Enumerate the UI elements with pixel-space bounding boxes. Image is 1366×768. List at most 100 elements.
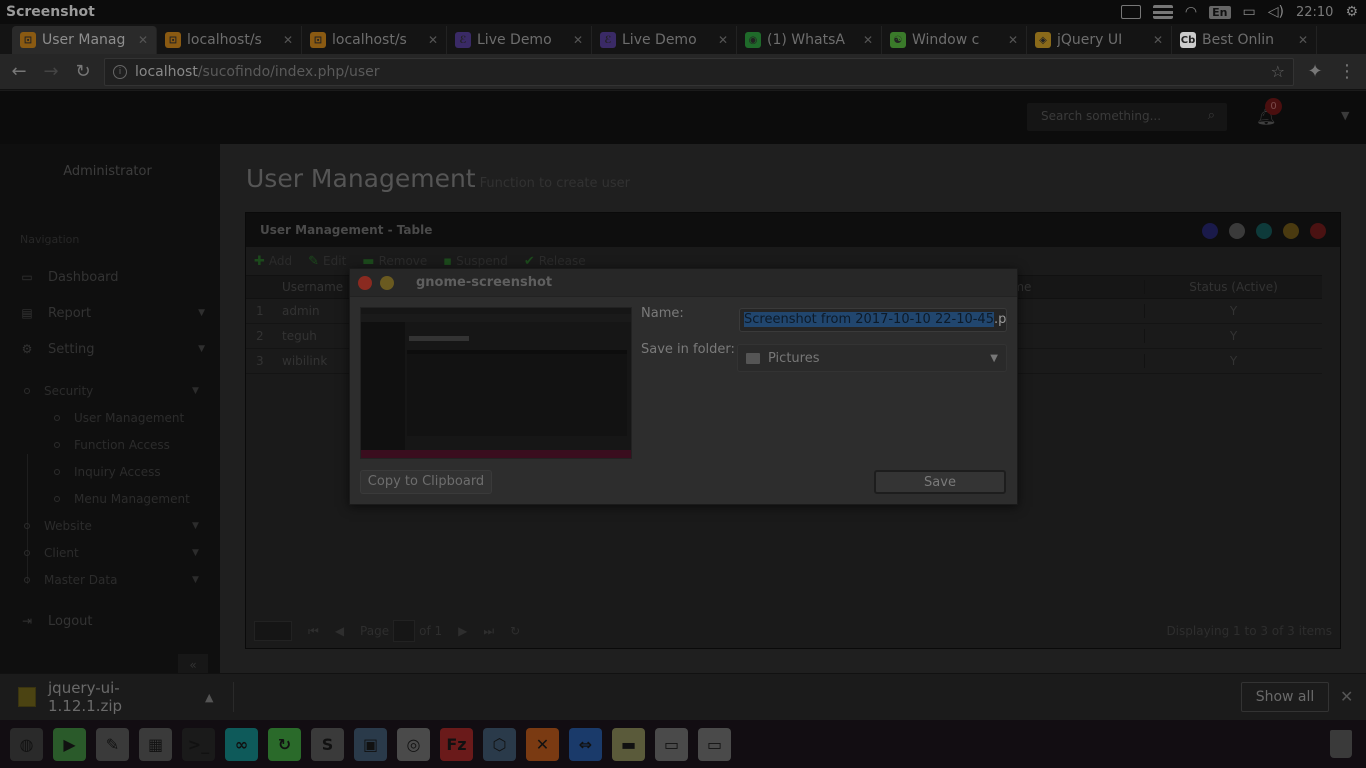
screen-icon[interactable] — [1120, 5, 1141, 19]
search-input[interactable]: Search something... ⌕ — [1027, 103, 1227, 131]
close-window-icon[interactable] — [358, 275, 372, 290]
arduino-icon[interactable]: ∞ — [225, 727, 258, 761]
next-page-icon[interactable]: ▶ — [458, 624, 467, 638]
sublime-icon[interactable]: S — [311, 727, 344, 761]
sidebar-item-security[interactable]: Security ▼ — [24, 381, 206, 401]
download-filename[interactable]: jquery-ui-1.12.1.zip — [48, 679, 193, 715]
sync-icon[interactable]: ↻ — [268, 727, 301, 761]
prev-page-icon[interactable]: ◀ — [335, 624, 344, 638]
sidebar-item-master-data[interactable]: Master Data ▼ — [24, 570, 206, 590]
drive2-icon[interactable]: ▭ — [698, 727, 731, 761]
info-icon[interactable]: i — [113, 64, 127, 79]
teamviewer-icon[interactable]: ⇔ — [569, 727, 602, 761]
save-button[interactable]: Save — [874, 470, 1006, 494]
page-number-input[interactable] — [393, 620, 416, 642]
minimize-window-icon[interactable] — [380, 275, 394, 290]
panel-window-dot-icon[interactable] — [1256, 223, 1272, 239]
trash-icon[interactable] — [1330, 730, 1352, 758]
user-menu-caret-icon[interactable]: ▼ — [1341, 109, 1349, 122]
terminal-icon[interactable]: >_ — [182, 727, 215, 761]
collapse-sidebar-button[interactable]: « — [178, 654, 208, 673]
forward-arrow-icon[interactable]: → — [40, 61, 62, 82]
panel-window-dot-icon[interactable] — [1229, 223, 1245, 239]
battery-icon[interactable]: ▭ — [1243, 4, 1256, 20]
volume-icon[interactable]: ◁) — [1268, 4, 1284, 20]
folder-icon[interactable]: ▬ — [612, 727, 645, 761]
virtualbox-icon[interactable]: ⬡ — [483, 727, 516, 761]
sidebar-item-inquiry-access[interactable]: Inquiry Access — [54, 462, 161, 482]
tab-close-icon[interactable]: ✕ — [138, 33, 148, 47]
panel-window-dot-icon[interactable] — [1310, 223, 1326, 239]
first-page-icon[interactable]: ⏮ — [308, 624, 319, 639]
sidebar-item-client[interactable]: Client ▼ — [24, 543, 206, 563]
filezilla-icon[interactable]: Fz — [440, 727, 473, 761]
tab-3[interactable]: ℰ Live Demo ✕ — [447, 26, 592, 54]
close-icon[interactable]: ✕ — [1340, 687, 1353, 706]
extension-icon[interactable]: ✦ — [1304, 61, 1326, 82]
sidebar-item-function-access[interactable]: Function Access — [54, 435, 170, 455]
edit-button[interactable]: ✎ Edit — [308, 254, 346, 269]
sidebar-item-menu-management[interactable]: Menu Management — [54, 489, 190, 509]
tab-close-icon[interactable]: ✕ — [863, 33, 873, 47]
chevron-up-icon[interactable]: ▲ — [205, 691, 213, 704]
drive-icon[interactable]: ▭ — [655, 727, 688, 761]
col-status[interactable]: Status (Active) — [1144, 280, 1322, 294]
chrome-icon[interactable]: ◎ — [397, 727, 430, 761]
suspend-button[interactable]: ▪ Suspend — [443, 254, 508, 269]
tab-8[interactable]: Cb Best Onlin ✕ — [1172, 26, 1317, 54]
terminal-green-icon[interactable]: ▶ — [53, 727, 86, 761]
tab-0[interactable]: ⊡ User Manag ✕ — [12, 26, 157, 54]
tab-7[interactable]: ◈ jQuery UI ✕ — [1027, 26, 1172, 54]
tab-2[interactable]: ⊡ localhost/s ✕ — [302, 26, 447, 54]
sidebar-item-logout[interactable]: ⇥ Logout — [20, 610, 205, 632]
tab-close-icon[interactable]: ✕ — [428, 33, 438, 47]
nav-heading: Navigation — [20, 233, 80, 246]
bookmark-star-icon[interactable]: ☆ — [1271, 62, 1285, 81]
bullet-icon — [24, 523, 30, 529]
sidebar-item-user-management[interactable]: User Management — [54, 408, 184, 428]
page-size-select[interactable] — [254, 621, 292, 641]
show-all-button[interactable]: Show all — [1241, 682, 1329, 712]
tab-close-icon[interactable]: ✕ — [1298, 33, 1308, 47]
keyboard-layout[interactable]: En — [1209, 5, 1231, 19]
tab-4[interactable]: ℰ Live Demo ✕ — [592, 26, 737, 54]
tab-close-icon[interactable]: ✕ — [718, 33, 728, 47]
tab-6[interactable]: ☯ Window c ✕ — [882, 26, 1027, 54]
tab-5[interactable]: ◉ (1) WhatsA ✕ — [737, 26, 882, 54]
menu-icon[interactable] — [1152, 5, 1173, 19]
reload-icon[interactable]: ↻ — [72, 61, 94, 82]
panel-window-dot-icon[interactable] — [1283, 223, 1299, 239]
folder-select[interactable]: Pictures ▼ — [737, 344, 1007, 372]
sidebar-item-setting[interactable]: ⚙ Setting ▼ — [20, 338, 205, 360]
tab-close-icon[interactable]: ✕ — [1153, 33, 1163, 47]
wifi-icon[interactable]: ◠ — [1185, 4, 1197, 20]
power-gear-icon[interactable]: ⚙ — [1345, 4, 1358, 20]
xampp-icon[interactable]: ✕ — [526, 727, 559, 761]
remove-button[interactable]: ▬ Remove — [362, 254, 427, 269]
add-button[interactable]: ✚ Add — [254, 254, 292, 269]
tab-close-icon[interactable]: ✕ — [1008, 33, 1018, 47]
tab-close-icon[interactable]: ✕ — [283, 33, 293, 47]
sidebar-item-website[interactable]: Website ▼ — [24, 516, 206, 536]
tab-1[interactable]: ⊡ localhost/s ✕ — [157, 26, 302, 54]
release-button[interactable]: ✔ Release — [524, 254, 586, 269]
browser-menu-icon[interactable]: ⋮ — [1336, 61, 1358, 82]
refresh-icon[interactable]: ↻ — [510, 624, 520, 638]
cell-status: Y — [1144, 354, 1322, 368]
panel-window-dot-icon[interactable] — [1202, 223, 1218, 239]
search-icon[interactable]: ⌕ — [1208, 108, 1215, 123]
filename-input[interactable]: Screenshot from 2017-10-10 22-10-45.pn — [739, 308, 1007, 332]
last-page-icon[interactable]: ⏭ — [483, 624, 494, 639]
tab-close-icon[interactable]: ✕ — [573, 33, 583, 47]
sidebar-item-dashboard[interactable]: ▭ Dashboard — [20, 266, 205, 288]
address-bar[interactable]: i localhost/sucofindo/index.php/user ☆ — [104, 57, 1294, 86]
back-arrow-icon[interactable]: ← — [8, 61, 30, 82]
minus-icon: ▬ — [362, 253, 375, 269]
ubuntu-logo-icon[interactable]: ◍ — [10, 727, 43, 761]
remote-desktop-icon[interactable]: ▣ — [354, 727, 387, 761]
copy-to-clipboard-button[interactable]: Copy to Clipboard — [360, 470, 492, 494]
clock[interactable]: 22:10 — [1296, 5, 1333, 20]
sidebar-item-report[interactable]: ▤ Report ▼ — [20, 302, 205, 324]
gimp-icon[interactable]: ✎ — [96, 727, 129, 761]
files-icon[interactable]: ▦ — [139, 727, 172, 761]
